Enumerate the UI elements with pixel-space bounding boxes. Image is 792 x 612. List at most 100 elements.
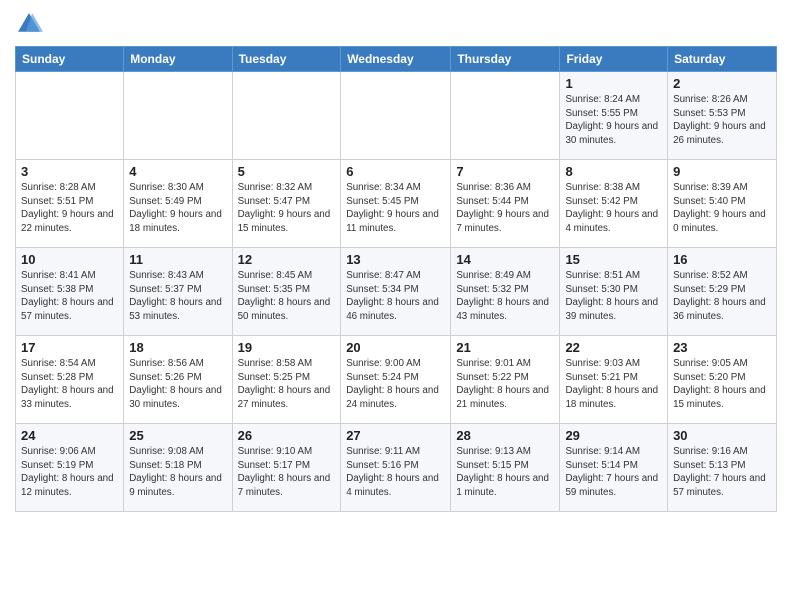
calendar-cell: [341, 72, 451, 160]
calendar-cell: 12 Sunrise: 8:45 AM Sunset: 5:35 PM Dayli…: [232, 248, 341, 336]
day-number: 6: [346, 164, 445, 179]
day-number: 24: [21, 428, 118, 443]
day-info: Sunrise: 8:34 AM Sunset: 5:45 PM Dayligh…: [346, 181, 445, 236]
day-number: 19: [238, 340, 336, 355]
day-info: Sunrise: 8:54 AM Sunset: 5:28 PM Dayligh…: [21, 357, 118, 412]
day-number: 26: [238, 428, 336, 443]
day-number: 7: [456, 164, 554, 179]
weekday-header: Friday: [560, 47, 668, 72]
day-number: 23: [673, 340, 771, 355]
day-info: Sunrise: 8:47 AM Sunset: 5:34 PM Dayligh…: [346, 269, 445, 324]
day-number: 21: [456, 340, 554, 355]
calendar-cell: 13 Sunrise: 8:47 AM Sunset: 5:34 PM Dayli…: [341, 248, 451, 336]
calendar-cell: 27Sunrise: 9:11 AM Sunset: 5:16 PM Dayli…: [341, 424, 451, 512]
day-number: 15: [565, 252, 662, 267]
day-info: Sunrise: 8:24 AM Sunset: 5:55 PM Dayligh…: [565, 93, 662, 148]
logo: [15, 10, 47, 38]
day-number: 11: [129, 252, 226, 267]
day-info: Sunrise: 9:06 AM Sunset: 5:19 PM Dayligh…: [21, 445, 118, 500]
calendar-cell: 22 Sunrise: 9:03 AM Sunset: 5:21 PM Dayli…: [560, 336, 668, 424]
day-info: Sunrise: 8:52 AM Sunset: 5:29 PM Dayligh…: [673, 269, 771, 324]
day-info: Sunrise: 9:03 AM Sunset: 5:21 PM Dayligh…: [565, 357, 662, 412]
calendar-header-row: SundayMondayTuesdayWednesdayThursdayFrid…: [16, 47, 777, 72]
day-number: 28: [456, 428, 554, 443]
calendar-week-row: 17Sunrise: 8:54 AM Sunset: 5:28 PM Dayli…: [16, 336, 777, 424]
calendar-cell: 6 Sunrise: 8:34 AM Sunset: 5:45 PM Daylig…: [341, 160, 451, 248]
calendar-week-row: 24 Sunrise: 9:06 AM Sunset: 5:19 PM Dayli…: [16, 424, 777, 512]
weekday-header: Tuesday: [232, 47, 341, 72]
day-info: Sunrise: 8:51 AM Sunset: 5:30 PM Dayligh…: [565, 269, 662, 324]
calendar-cell: [451, 72, 560, 160]
day-info: Sunrise: 8:49 AM Sunset: 5:32 PM Dayligh…: [456, 269, 554, 324]
weekday-header: Wednesday: [341, 47, 451, 72]
day-info: Sunrise: 8:58 AM Sunset: 5:25 PM Dayligh…: [238, 357, 336, 412]
calendar-cell: 26 Sunrise: 9:10 AM Sunset: 5:17 PM Dayli…: [232, 424, 341, 512]
day-info: Sunrise: 8:39 AM Sunset: 5:40 PM Dayligh…: [673, 181, 771, 236]
calendar-cell: 10Sunrise: 8:41 AM Sunset: 5:38 PM Dayli…: [16, 248, 124, 336]
weekday-header: Monday: [124, 47, 232, 72]
day-info: Sunrise: 9:16 AM Sunset: 5:13 PM Dayligh…: [673, 445, 771, 500]
calendar-cell: 28 Sunrise: 9:13 AM Sunset: 5:15 PM Dayli…: [451, 424, 560, 512]
day-info: Sunrise: 9:11 AM Sunset: 5:16 PM Dayligh…: [346, 445, 445, 500]
weekday-header: Saturday: [668, 47, 777, 72]
day-number: 1: [565, 76, 662, 91]
calendar-cell: 23 Sunrise: 9:05 AM Sunset: 5:20 PM Dayli…: [668, 336, 777, 424]
calendar: SundayMondayTuesdayWednesdayThursdayFrid…: [15, 46, 777, 512]
day-number: 14: [456, 252, 554, 267]
day-info: Sunrise: 8:28 AM Sunset: 5:51 PM Dayligh…: [21, 181, 118, 236]
day-number: 25: [129, 428, 226, 443]
day-info: Sunrise: 9:14 AM Sunset: 5:14 PM Dayligh…: [565, 445, 662, 500]
calendar-cell: 11 Sunrise: 8:43 AM Sunset: 5:37 PM Dayli…: [124, 248, 232, 336]
calendar-cell: 2Sunrise: 8:26 AM Sunset: 5:53 PM Daylig…: [668, 72, 777, 160]
weekday-header: Sunday: [16, 47, 124, 72]
calendar-cell: 21 Sunrise: 9:01 AM Sunset: 5:22 PM Dayli…: [451, 336, 560, 424]
day-info: Sunrise: 9:01 AM Sunset: 5:22 PM Dayligh…: [456, 357, 554, 412]
day-number: 9: [673, 164, 771, 179]
day-info: Sunrise: 9:00 AM Sunset: 5:24 PM Dayligh…: [346, 357, 445, 412]
calendar-cell: [16, 72, 124, 160]
calendar-cell: 30Sunrise: 9:16 AM Sunset: 5:13 PM Dayli…: [668, 424, 777, 512]
day-info: Sunrise: 8:36 AM Sunset: 5:44 PM Dayligh…: [456, 181, 554, 236]
calendar-cell: 7 Sunrise: 8:36 AM Sunset: 5:44 PM Daylig…: [451, 160, 560, 248]
page-container: SundayMondayTuesdayWednesdayThursdayFrid…: [0, 0, 792, 522]
calendar-cell: 16Sunrise: 8:52 AM Sunset: 5:29 PM Dayli…: [668, 248, 777, 336]
day-info: Sunrise: 9:05 AM Sunset: 5:20 PM Dayligh…: [673, 357, 771, 412]
day-info: Sunrise: 8:45 AM Sunset: 5:35 PM Dayligh…: [238, 269, 336, 324]
day-info: Sunrise: 8:30 AM Sunset: 5:49 PM Dayligh…: [129, 181, 226, 236]
day-number: 29: [565, 428, 662, 443]
calendar-week-row: 1 Sunrise: 8:24 AM Sunset: 5:55 PM Daylig…: [16, 72, 777, 160]
day-info: Sunrise: 9:10 AM Sunset: 5:17 PM Dayligh…: [238, 445, 336, 500]
day-number: 4: [129, 164, 226, 179]
day-number: 5: [238, 164, 336, 179]
calendar-cell: 3Sunrise: 8:28 AM Sunset: 5:51 PM Daylig…: [16, 160, 124, 248]
day-info: Sunrise: 8:56 AM Sunset: 5:26 PM Dayligh…: [129, 357, 226, 412]
calendar-cell: 24 Sunrise: 9:06 AM Sunset: 5:19 PM Dayli…: [16, 424, 124, 512]
logo-icon: [15, 10, 43, 38]
day-info: Sunrise: 8:43 AM Sunset: 5:37 PM Dayligh…: [129, 269, 226, 324]
calendar-cell: 9 Sunrise: 8:39 AM Sunset: 5:40 PM Daylig…: [668, 160, 777, 248]
day-number: 22: [565, 340, 662, 355]
calendar-cell: 18Sunrise: 8:56 AM Sunset: 5:26 PM Dayli…: [124, 336, 232, 424]
calendar-cell: 29 Sunrise: 9:14 AM Sunset: 5:14 PM Dayli…: [560, 424, 668, 512]
calendar-cell: 17Sunrise: 8:54 AM Sunset: 5:28 PM Dayli…: [16, 336, 124, 424]
day-number: 8: [565, 164, 662, 179]
calendar-cell: 15 Sunrise: 8:51 AM Sunset: 5:30 PM Dayli…: [560, 248, 668, 336]
day-info: Sunrise: 8:38 AM Sunset: 5:42 PM Dayligh…: [565, 181, 662, 236]
day-info: Sunrise: 9:08 AM Sunset: 5:18 PM Dayligh…: [129, 445, 226, 500]
day-info: Sunrise: 9:13 AM Sunset: 5:15 PM Dayligh…: [456, 445, 554, 500]
calendar-cell: 25 Sunrise: 9:08 AM Sunset: 5:18 PM Dayli…: [124, 424, 232, 512]
day-number: 20: [346, 340, 445, 355]
calendar-week-row: 3Sunrise: 8:28 AM Sunset: 5:51 PM Daylig…: [16, 160, 777, 248]
calendar-cell: 20 Sunrise: 9:00 AM Sunset: 5:24 PM Dayli…: [341, 336, 451, 424]
calendar-cell: [232, 72, 341, 160]
day-info: Sunrise: 8:41 AM Sunset: 5:38 PM Dayligh…: [21, 269, 118, 324]
calendar-cell: [124, 72, 232, 160]
day-number: 13: [346, 252, 445, 267]
day-info: Sunrise: 8:32 AM Sunset: 5:47 PM Dayligh…: [238, 181, 336, 236]
calendar-cell: 4 Sunrise: 8:30 AM Sunset: 5:49 PM Daylig…: [124, 160, 232, 248]
calendar-cell: 1 Sunrise: 8:24 AM Sunset: 5:55 PM Daylig…: [560, 72, 668, 160]
calendar-cell: 14 Sunrise: 8:49 AM Sunset: 5:32 PM Dayli…: [451, 248, 560, 336]
day-info: Sunrise: 8:26 AM Sunset: 5:53 PM Dayligh…: [673, 93, 771, 148]
weekday-header: Thursday: [451, 47, 560, 72]
day-number: 12: [238, 252, 336, 267]
